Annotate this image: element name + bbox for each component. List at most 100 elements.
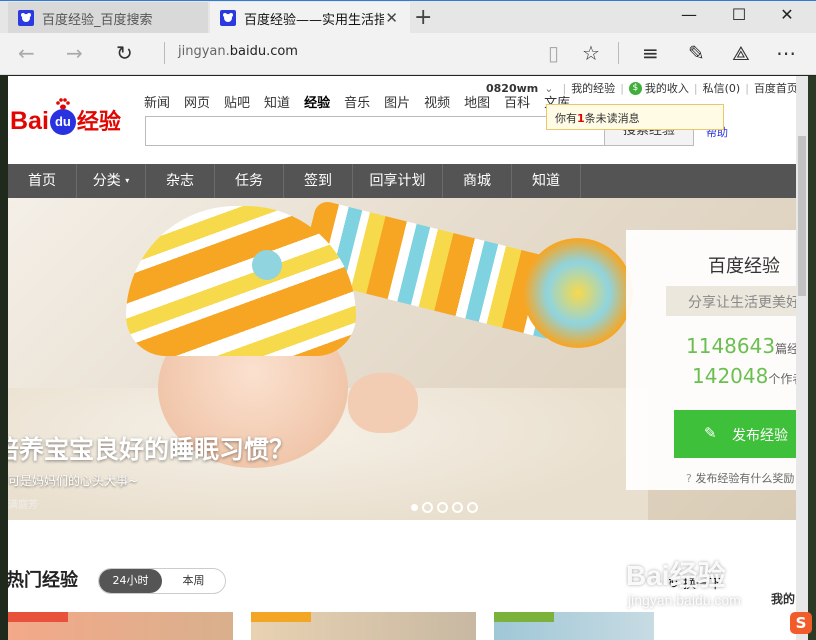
minimize-icon[interactable]: — <box>666 5 712 24</box>
sogou-input-icon[interactable]: S <box>790 612 812 634</box>
main-nav-magazine[interactable]: 杂志 <box>146 164 215 198</box>
search-input[interactable] <box>145 116 605 146</box>
hero-title[interactable]: 培养宝宝良好的睡眠习惯？ <box>8 430 294 466</box>
carousel-dot[interactable] <box>452 502 463 513</box>
close-tab-icon[interactable]: ✕ <box>385 9 398 27</box>
category-badge <box>8 612 68 622</box>
authors-count: 142048 <box>692 364 769 388</box>
divider <box>618 42 619 64</box>
tab-baidu-search[interactable]: 百度经验_百度搜索 <box>8 2 208 34</box>
baidu-home-link[interactable]: 百度首页 <box>754 80 796 96</box>
nav-zhidao[interactable]: 知道 <box>264 92 290 111</box>
page-scrollbar[interactable] <box>796 76 808 640</box>
more-icon[interactable]: ⋯ <box>776 41 796 65</box>
category-label: 分类 <box>92 173 121 189</box>
category-badge <box>251 612 311 622</box>
nav-tieba[interactable]: 贴吧 <box>224 92 250 111</box>
main-nav-zhidao[interactable]: 知道 <box>512 164 581 198</box>
help-circle-icon: ? <box>686 472 692 485</box>
banner-image <box>252 250 282 280</box>
unread-count: 1 <box>577 112 585 125</box>
tab-label: 百度经验——实用生活指南 <box>244 12 384 28</box>
tab-24h[interactable]: 24小时 <box>99 569 162 593</box>
articles-stat: 1148643篇经验 <box>686 334 796 358</box>
new-tab-icon[interactable]: + <box>414 5 432 30</box>
hot-section-title: 热门经验 <box>8 570 78 591</box>
publish-label: 发布经验 <box>732 428 788 444</box>
logo-bai: Bai <box>10 107 49 135</box>
carousel-dot[interactable] <box>422 502 433 513</box>
forward-arrow-icon[interactable]: → <box>66 41 83 65</box>
my-exp-link[interactable]: 我的经验 <box>571 80 615 96</box>
title-bar: 百度经验_百度搜索 百度经验——实用生活指南 ✕ + — ☐ ✕ <box>0 0 816 34</box>
my-income-link[interactable]: 我的收入 <box>645 80 689 96</box>
authors-unit: 个作者 <box>768 372 796 386</box>
carousel-dots <box>411 502 482 513</box>
nav-video[interactable]: 视频 <box>424 92 450 111</box>
back-arrow-icon[interactable]: ← <box>18 41 35 65</box>
carousel-dot[interactable] <box>411 504 418 511</box>
divider: | <box>745 81 749 95</box>
publish-button[interactable]: 发布经验 <box>674 410 796 458</box>
caret-down-icon: ▾ <box>125 176 130 185</box>
close-window-icon[interactable]: ✕ <box>764 5 810 24</box>
carousel-dot[interactable] <box>437 502 448 513</box>
banner-image <box>348 373 418 433</box>
nav-web[interactable]: 网页 <box>184 92 210 111</box>
publish-help-text: 发布经验有什么奖励 <box>695 472 795 485</box>
divider <box>164 42 165 64</box>
baidu-paw-icon <box>220 10 236 26</box>
chevron-down-icon[interactable]: ⌄ <box>544 82 553 95</box>
messages-link[interactable]: 私信(0) <box>703 80 741 96</box>
address-bar[interactable]: jingyan.baidu.com <box>178 44 298 59</box>
hub-icon[interactable]: ≡ <box>642 41 659 65</box>
tab-label: 百度经验_百度搜索 <box>42 12 153 28</box>
nav-news[interactable]: 新闻 <box>144 92 170 111</box>
tooltip-prefix: 你有 <box>555 112 577 125</box>
carousel-dot[interactable] <box>467 502 478 513</box>
maximize-icon[interactable]: ☐ <box>716 5 762 24</box>
main-nav-share-plan[interactable]: 回享计划 <box>353 164 443 198</box>
desktop-background <box>808 76 816 640</box>
main-nav-category[interactable]: 分类 ▾ <box>77 164 146 198</box>
nav-music[interactable]: 音乐 <box>344 92 370 111</box>
user-bar: 0820wm ⌄ | 我的经验 | $ 我的收入 | 私信(0) | 百度首页 <box>486 80 796 96</box>
main-nav: 首页 分类 ▾ 杂志 任务 签到 回享计划 商城 知道 <box>8 164 796 198</box>
refresh-icon[interactable]: ↻ <box>116 41 133 65</box>
divider: | <box>693 81 698 95</box>
tab-baidu-jingyan[interactable]: 百度经验——实用生活指南 ✕ <box>210 2 410 34</box>
main-nav-home[interactable]: 首页 <box>8 164 77 198</box>
slogan-ribbon: 分享让生活更美好 <box>666 286 796 316</box>
hero-author: 满庭芳 <box>8 500 38 511</box>
favorite-star-icon[interactable]: ☆ <box>582 41 600 65</box>
category-badge <box>494 612 554 622</box>
address-toolbar: ← → ↻ jingyan.baidu.com ▯ ☆ ≡ ✎ ⟁ ⋯ <box>0 33 816 75</box>
tab-week[interactable]: 本周 <box>162 569 225 593</box>
main-nav-checkin[interactable]: 签到 <box>284 164 353 198</box>
url-prefix: jingyan. <box>178 44 230 59</box>
paw-icon <box>56 98 70 110</box>
publish-help-link[interactable]: ? 发布经验有什么奖励 <box>686 470 794 486</box>
divider: | <box>620 81 624 95</box>
main-nav-tasks[interactable]: 任务 <box>215 164 284 198</box>
main-nav-mall[interactable]: 商城 <box>443 164 512 198</box>
web-note-icon[interactable]: ✎ <box>688 41 705 65</box>
username[interactable]: 0820wm <box>486 82 538 95</box>
logo-du: du <box>49 109 76 136</box>
baidu-jingyan-watermark: Bai经验 <box>626 560 726 591</box>
reading-view-icon[interactable]: ▯ <box>548 41 559 65</box>
scrollbar-thumb[interactable] <box>798 136 806 296</box>
share-icon[interactable]: ⟁ <box>732 41 750 65</box>
articles-unit: 篇经验 <box>775 342 796 356</box>
unread-message-tooltip[interactable]: 你有1条未读消息 <box>546 104 724 130</box>
nav-jingyan[interactable]: 经验 <box>304 92 330 111</box>
articles-count: 1148643 <box>686 334 776 358</box>
tooltip-suffix: 条未读消息 <box>584 112 640 125</box>
side-my-tab[interactable]: 我的 <box>768 584 796 614</box>
authors-stat: 142048个作者 <box>692 364 796 388</box>
nav-images[interactable]: 图片 <box>384 92 410 111</box>
panel-title: 百度经验 <box>708 256 780 277</box>
period-toggle: 24小时 本周 <box>98 568 226 594</box>
watermark-url: jingyan.baidu.com <box>628 592 741 608</box>
stats-panel: 百度经验 分享让生活更美好 1148643篇经验 142048个作者 发布经验 … <box>626 230 796 490</box>
